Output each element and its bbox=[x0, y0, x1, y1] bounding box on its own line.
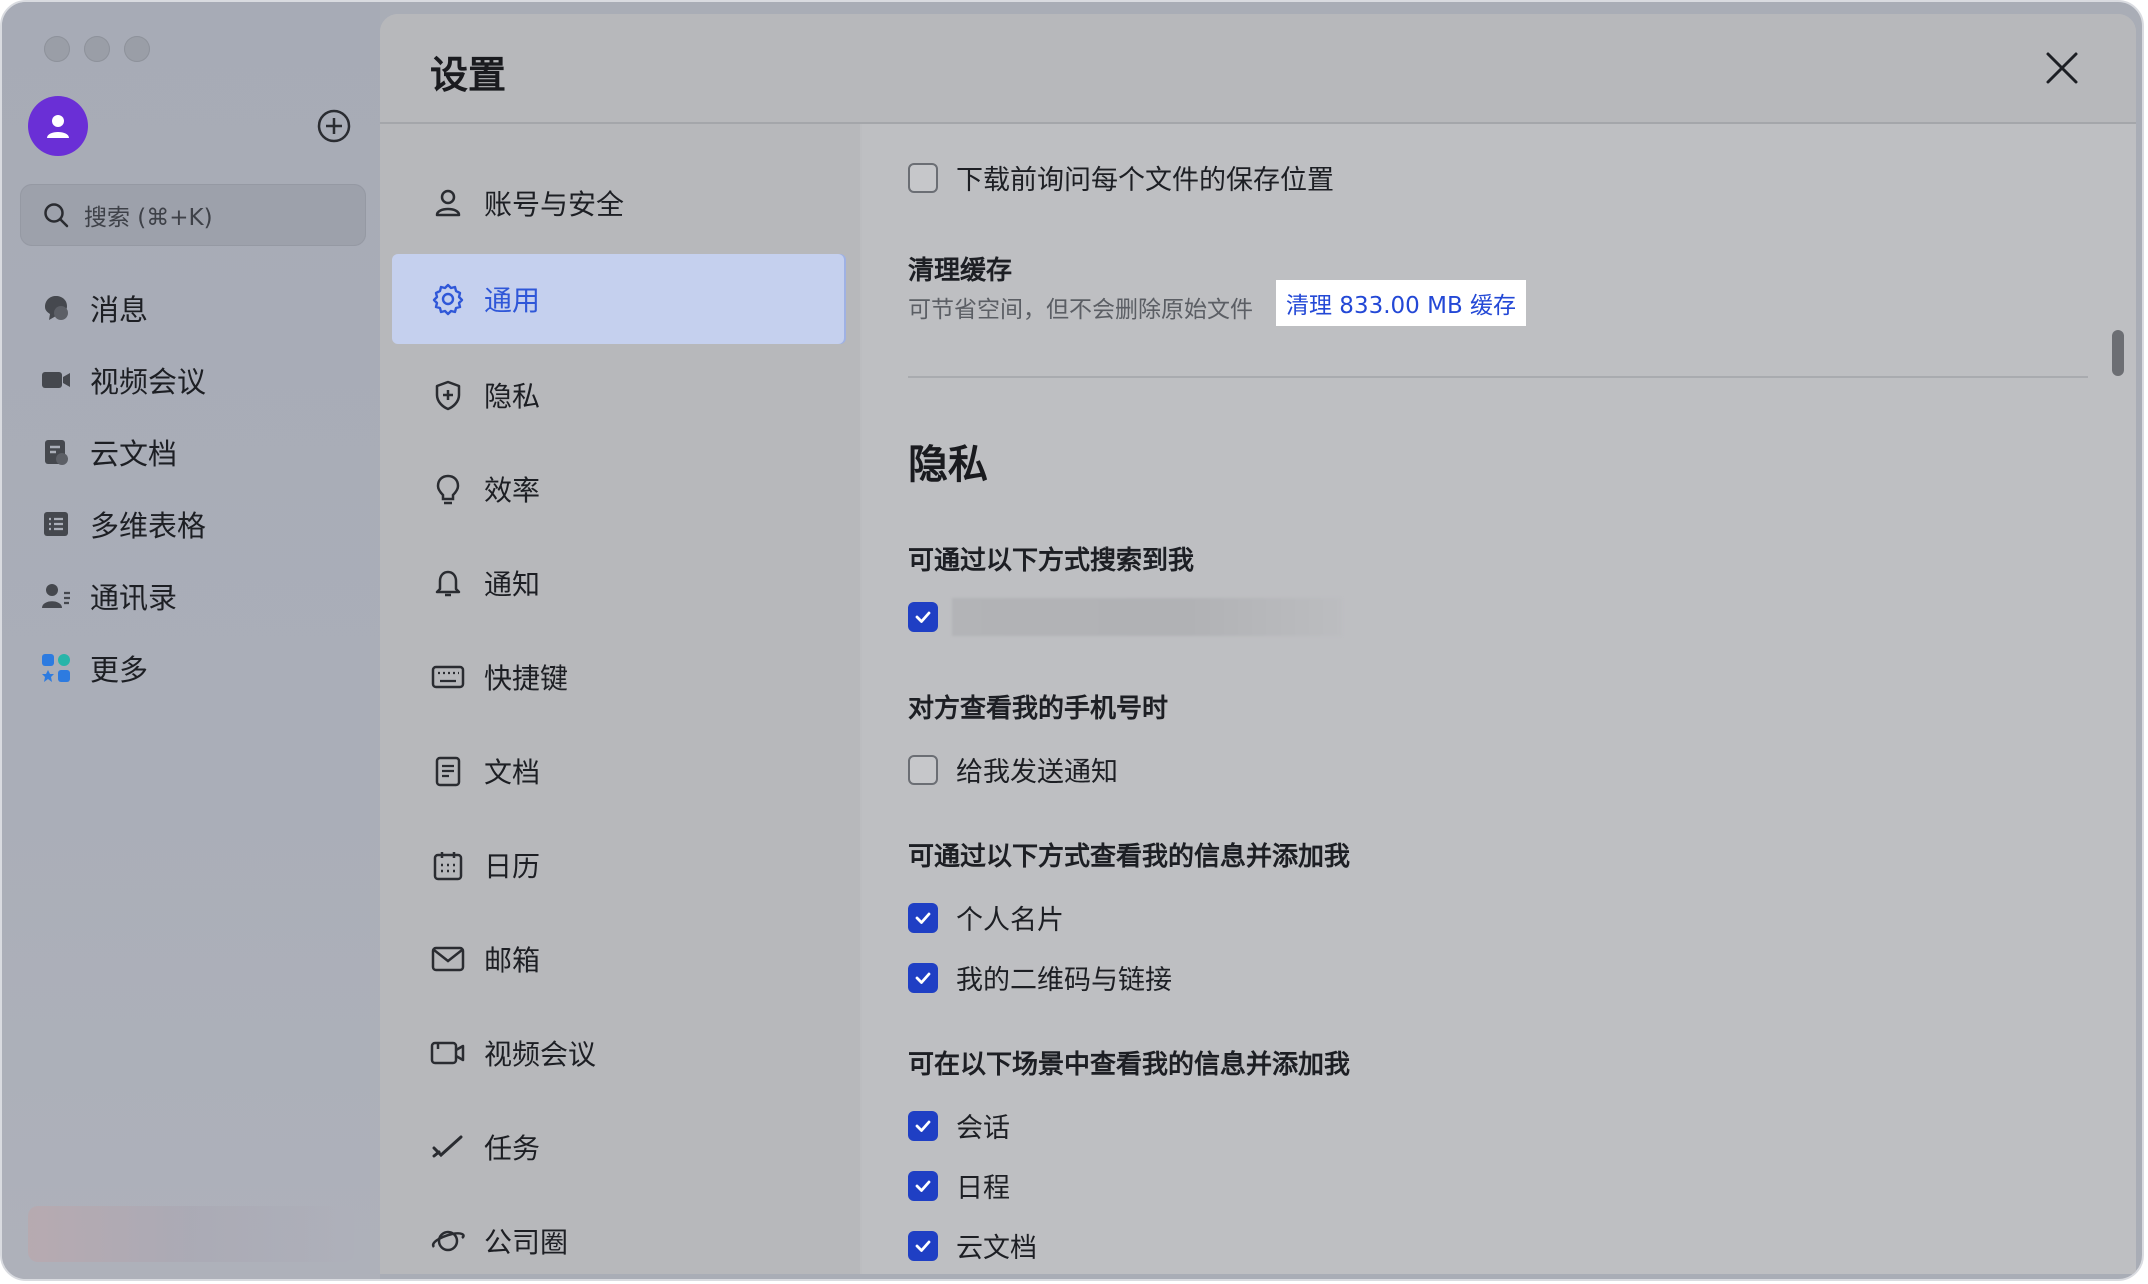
close-button[interactable] bbox=[2042, 48, 2082, 88]
app-sidebar: 搜索 (⌘+K) 消息 视频会议 云文档 多维表格 通讯录 更多 bbox=[2, 2, 380, 1279]
search-input[interactable]: 搜索 (⌘+K) bbox=[20, 184, 366, 246]
category-mail[interactable]: 邮箱 bbox=[392, 914, 844, 1004]
category-efficiency[interactable]: 效率 bbox=[392, 444, 844, 534]
scene-calendar-option[interactable]: 日程 bbox=[908, 1166, 1010, 1205]
mail-icon bbox=[430, 941, 466, 977]
add-button[interactable] bbox=[314, 106, 354, 146]
close-icon bbox=[2046, 52, 2078, 84]
more-apps-icon bbox=[40, 652, 72, 684]
search-icon bbox=[44, 203, 69, 228]
checkmark-icon bbox=[915, 1240, 931, 1252]
phone-view-heading: 对方查看我的手机号时 bbox=[908, 694, 1169, 724]
settings-header: 设置 bbox=[380, 14, 2136, 124]
nav-item-contacts[interactable]: 通讯录 bbox=[40, 560, 206, 632]
divider bbox=[908, 376, 2088, 378]
settings-panel: 设置 账号与安全 通用 隐私 效率 通知 快捷键 文档 日历 邮箱 视频会议 任… bbox=[380, 14, 2136, 1274]
document-icon bbox=[430, 753, 466, 789]
avatar[interactable] bbox=[28, 96, 88, 156]
contacts-icon bbox=[40, 580, 72, 612]
checkbox-checked[interactable] bbox=[908, 1230, 938, 1261]
checkmark-icon bbox=[915, 912, 931, 924]
category-video-meeting[interactable]: 视频会议 bbox=[392, 1008, 844, 1098]
lightbulb-icon bbox=[430, 471, 466, 507]
category-account-security[interactable]: 账号与安全 bbox=[392, 158, 844, 248]
video-icon bbox=[430, 1035, 466, 1071]
category-privacy[interactable]: 隐私 bbox=[392, 350, 844, 440]
cloud-document-icon bbox=[40, 436, 72, 468]
sidebar-bottom-banner[interactable] bbox=[28, 1206, 354, 1262]
plus-circle-icon bbox=[317, 109, 351, 143]
category-shortcuts[interactable]: 快捷键 bbox=[392, 632, 844, 722]
gear-icon bbox=[430, 281, 466, 317]
zoom-window-button[interactable] bbox=[124, 36, 150, 62]
close-window-button[interactable] bbox=[44, 36, 70, 62]
add-in-scenes-heading: 可在以下场景中查看我的信息并添加我 bbox=[908, 1050, 1351, 1080]
scene-chat-option[interactable]: 会话 bbox=[908, 1106, 1010, 1145]
scene-cloud-docs-option[interactable]: 云文档 bbox=[908, 1226, 1037, 1265]
checkbox-checked[interactable] bbox=[908, 602, 938, 632]
checkbox-checked[interactable] bbox=[908, 902, 938, 933]
redacted-contact-value bbox=[952, 598, 1342, 636]
settings-content: 下载前询问每个文件的保存位置 清理缓存 可节省空间，但不会删除原始文件 清理 8… bbox=[862, 124, 2136, 1274]
add-via-heading: 可通过以下方式查看我的信息并添加我 bbox=[908, 842, 1351, 872]
checkbox-checked[interactable] bbox=[908, 962, 938, 993]
clear-cache-hint: 可节省空间，但不会删除原始文件 bbox=[908, 297, 1253, 323]
search-me-heading: 可通过以下方式搜索到我 bbox=[908, 546, 1195, 576]
checkmark-icon bbox=[915, 972, 931, 984]
notify-option[interactable]: 给我发送通知 bbox=[908, 750, 1118, 789]
add-via-card-option[interactable]: 个人名片 bbox=[908, 898, 1064, 937]
checkbox-checked[interactable] bbox=[908, 1170, 938, 1201]
clear-cache-heading: 清理缓存 bbox=[908, 256, 1013, 286]
category-calendar[interactable]: 日历 bbox=[392, 820, 844, 910]
bell-icon bbox=[430, 565, 466, 601]
category-tasks[interactable]: 任务 bbox=[392, 1102, 844, 1192]
checkbox-checked[interactable] bbox=[908, 1110, 938, 1141]
ask-download-location-option[interactable]: 下载前询问每个文件的保存位置 bbox=[908, 158, 1334, 197]
category-general[interactable]: 通用 bbox=[392, 254, 844, 344]
nav-item-video-meeting[interactable]: 视频会议 bbox=[40, 344, 206, 416]
page-title: 设置 bbox=[430, 53, 507, 97]
checkmark-icon bbox=[915, 1180, 931, 1192]
search-placeholder: 搜索 (⌘+K) bbox=[84, 205, 213, 231]
planet-icon bbox=[430, 1223, 466, 1259]
shield-icon bbox=[430, 377, 466, 413]
app-window: 搜索 (⌘+K) 消息 视频会议 云文档 多维表格 通讯录 更多 设置 账号与安… bbox=[0, 0, 2144, 1281]
keyboard-icon bbox=[430, 659, 466, 695]
checkbox-unchecked[interactable] bbox=[908, 162, 938, 193]
window-controls bbox=[44, 36, 150, 62]
add-via-qrcode-option[interactable]: 我的二维码与链接 bbox=[908, 958, 1172, 997]
scrollbar-thumb[interactable] bbox=[2112, 330, 2124, 376]
person-icon bbox=[47, 115, 69, 138]
category-notification[interactable]: 通知 bbox=[392, 538, 844, 628]
clear-cache-button[interactable]: 清理 833.00 MB 缓存 bbox=[1276, 280, 1527, 326]
checkmark-icon bbox=[915, 611, 931, 623]
nav-item-messages[interactable]: 消息 bbox=[40, 272, 206, 344]
video-camera-icon bbox=[40, 364, 72, 396]
person-icon bbox=[430, 185, 466, 221]
nav-item-more[interactable]: 更多 bbox=[40, 632, 206, 704]
calendar-icon bbox=[430, 847, 466, 883]
nav-item-bitable[interactable]: 多维表格 bbox=[40, 488, 206, 560]
checkmark-icon bbox=[915, 1120, 931, 1132]
category-moments[interactable]: 公司圈 bbox=[392, 1196, 844, 1274]
task-check-icon bbox=[430, 1129, 466, 1165]
category-docs[interactable]: 文档 bbox=[392, 726, 844, 816]
nav-item-cloud-docs[interactable]: 云文档 bbox=[40, 416, 206, 488]
app-nav: 消息 视频会议 云文档 多维表格 通讯录 更多 bbox=[40, 272, 206, 704]
privacy-section-title: 隐私 bbox=[908, 442, 988, 488]
search-me-option[interactable] bbox=[908, 602, 938, 632]
checkbox-unchecked[interactable] bbox=[908, 754, 938, 785]
settings-categories: 账号与安全 通用 隐私 效率 通知 快捷键 文档 日历 邮箱 视频会议 任务 公… bbox=[380, 124, 860, 1274]
minimize-window-button[interactable] bbox=[84, 36, 110, 62]
table-icon bbox=[40, 508, 72, 540]
chat-bubble-icon bbox=[40, 292, 72, 324]
